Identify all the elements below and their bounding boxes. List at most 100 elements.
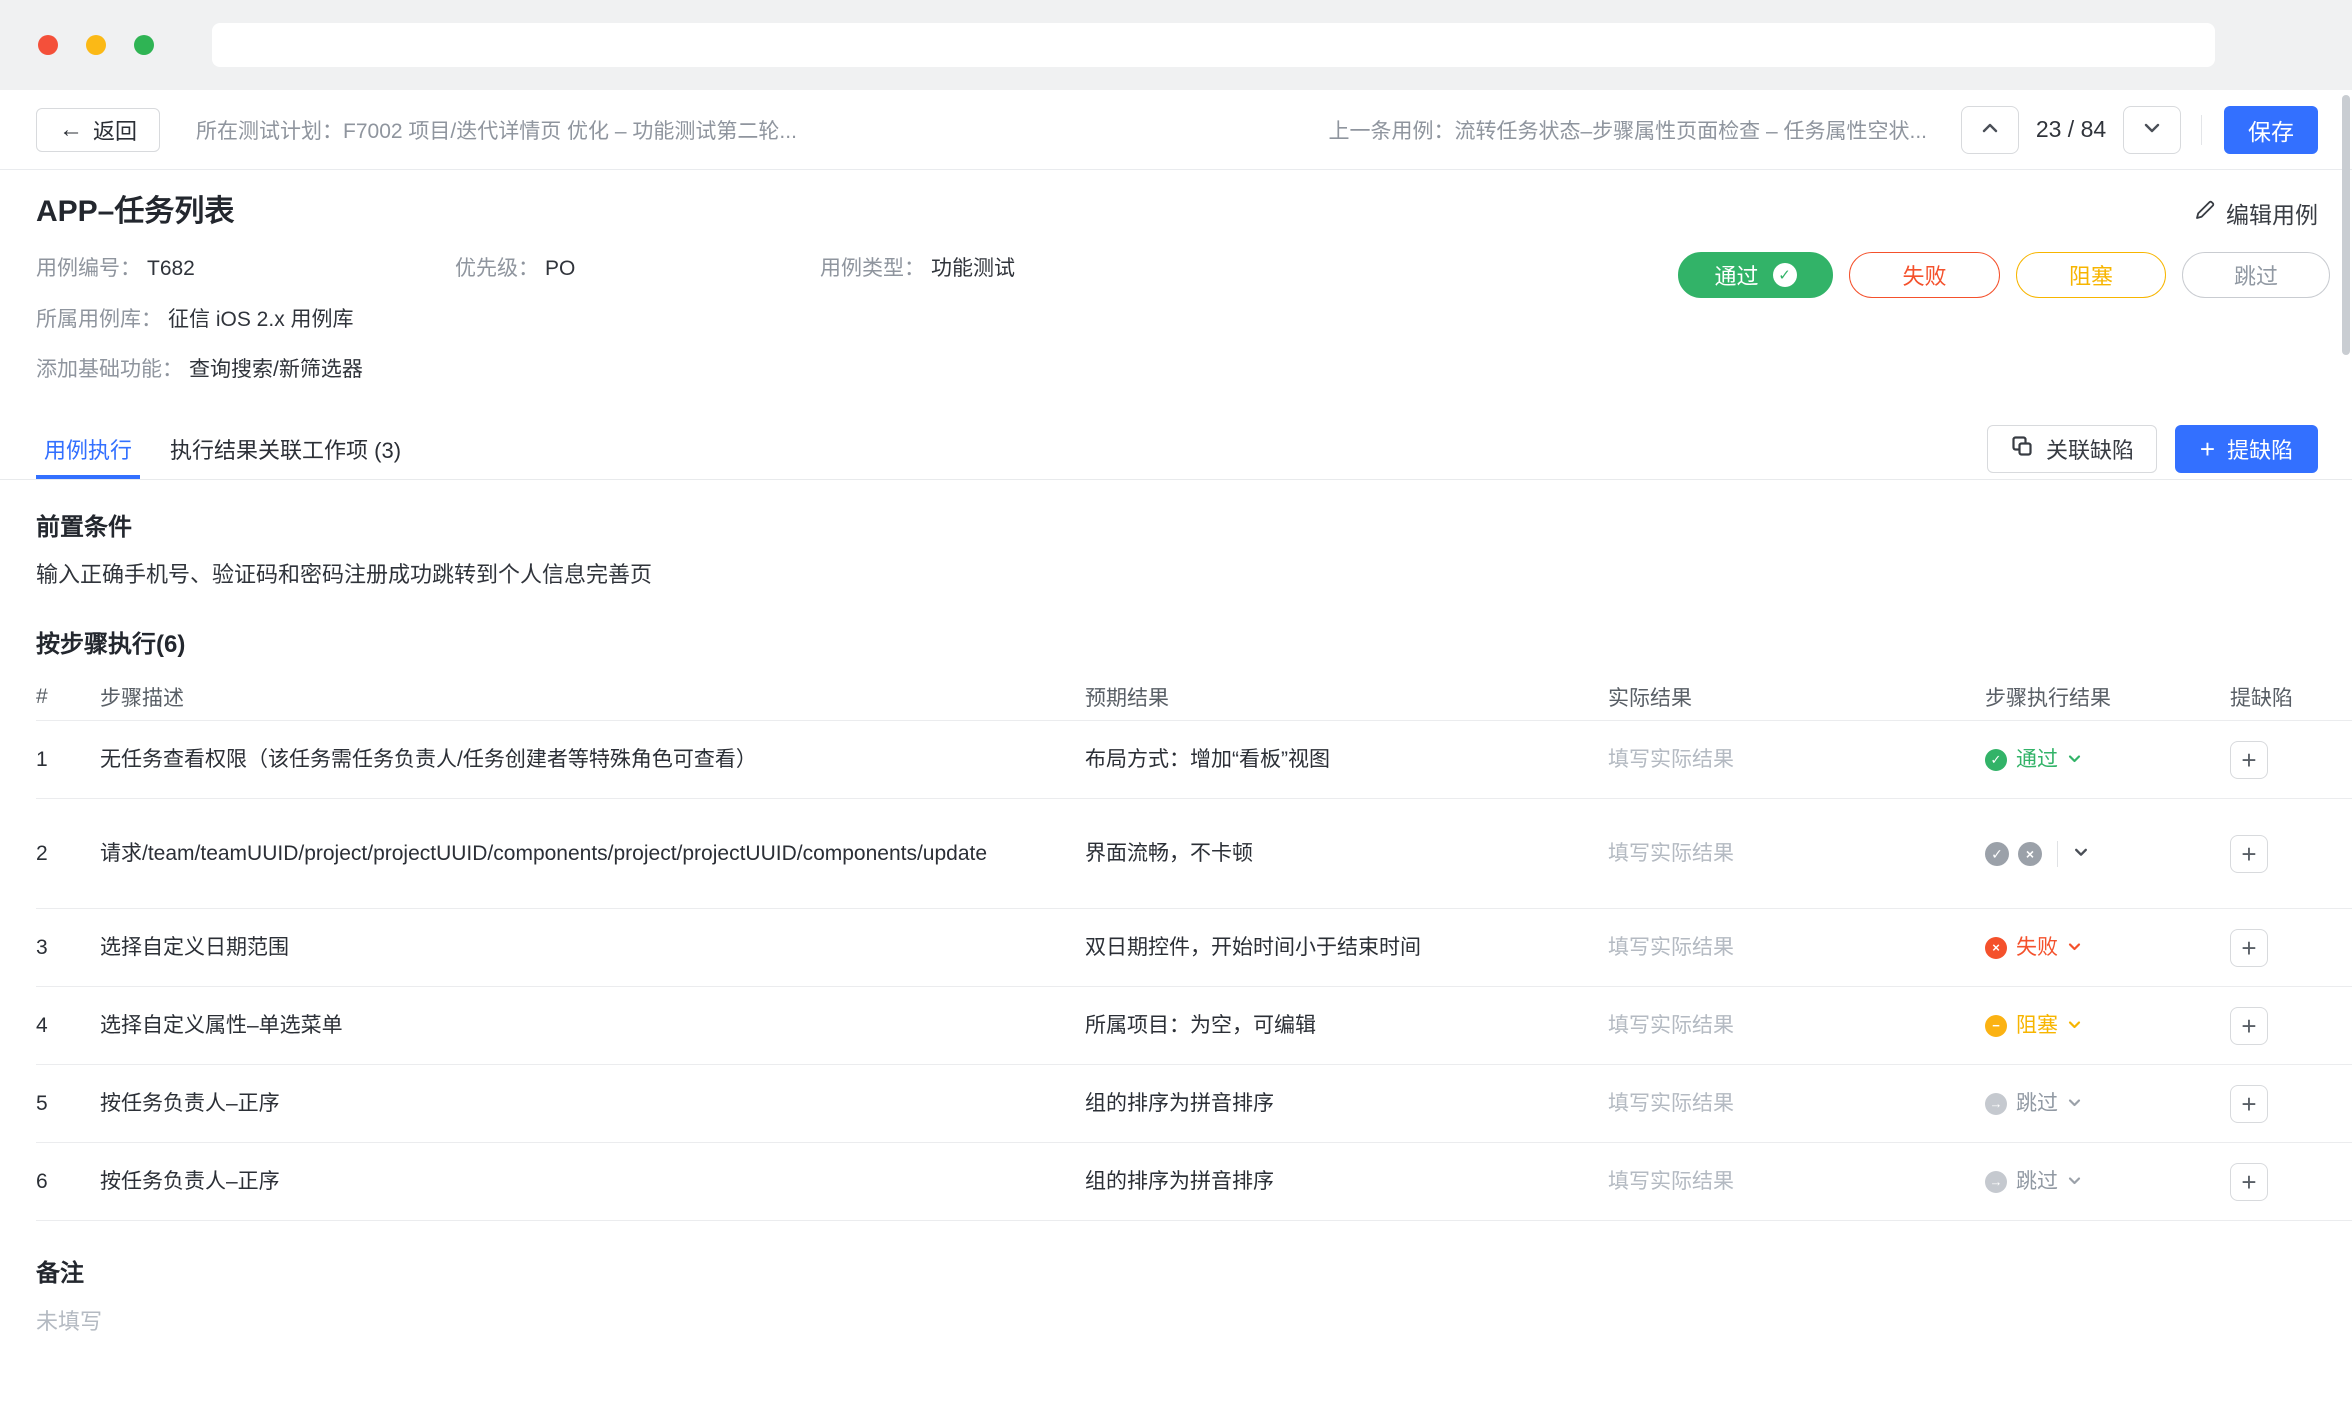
pass-check-circle-icon[interactable]: ✓ [1985,842,2009,866]
add-defect-button[interactable]: + [2230,1163,2268,1201]
minus-circle-icon: − [1985,1015,2007,1037]
result-skip-label: 跳过 [2234,259,2278,291]
field-library: 所属用例库：征信 iOS 2.x 用例库 [36,307,354,333]
window-close-button[interactable] [38,35,58,55]
step-number: 5 [36,1087,100,1121]
step-actual-result-input[interactable]: 填写实际结果 [1608,1165,1985,1199]
tab-case-execution[interactable]: 用例执行 [36,418,140,479]
step-description: 请求/team/teamUUID/project/projectUUID/com… [100,837,1085,871]
step-result-label: 跳过 [2016,1087,2058,1121]
step-row: 3 选择自定义日期范围 双日期控件，开始时间小于结束时间 填写实际结果 × 失败… [36,909,2352,987]
field-case-id: 用例编号：T682 [36,256,455,282]
add-defect-button[interactable]: + [2230,741,2268,779]
tab-related-work-items[interactable]: 执行结果关联工作项 (3) [162,418,409,479]
step-result-dropdown[interactable]: → 跳过 [1985,1087,2230,1121]
column-actual: 实际结果 [1608,682,1985,712]
add-defect-button[interactable]: + [2230,835,2268,873]
back-button[interactable]: ← 返回 [36,108,160,152]
plus-icon: + [2241,931,2256,965]
step-result-label: 通过 [2016,743,2058,777]
chevron-down-icon [2067,1165,2082,1199]
step-row: 2 请求/team/teamUUID/project/projectUUID/c… [36,799,2352,909]
edit-case-button[interactable]: 编辑用例 [2194,196,2318,230]
link-defect-icon [2010,434,2034,464]
column-step-desc: 步骤描述 [100,682,1085,712]
previous-case-button[interactable] [1961,106,2019,154]
chevron-down-icon [2067,931,2082,965]
close-circle-icon: × [1985,937,2007,959]
step-result-dropdown[interactable]: × 失败 [1985,931,2230,965]
link-defect-button[interactable]: 关联缺陷 [1987,425,2157,473]
step-result-dropdown[interactable]: → 跳过 [1985,1165,2230,1199]
column-step-result: 步骤执行结果 [1985,682,2230,712]
step-description: 按任务负责人–正序 [100,1087,1085,1121]
result-fail-label: 失败 [1902,259,1946,291]
step-actual-result-input[interactable]: 填写实际结果 [1608,1087,1985,1121]
column-add-defect: 提缺陷 [2230,682,2352,712]
add-defect-button[interactable]: + [2230,1085,2268,1123]
window-zoom-button[interactable] [134,35,154,55]
case-title: APP–任务列表 [36,170,2318,230]
step-number: 1 [36,743,100,777]
precondition-title: 前置条件 [36,512,2352,544]
step-number: 2 [36,837,100,871]
result-fail-button[interactable]: 失败 [1849,252,2000,298]
step-result-label: 跳过 [2016,1165,2058,1199]
add-defect-button[interactable]: + [2230,1007,2268,1045]
step-result-label: 阻塞 [2016,1009,2058,1043]
field-case-type: 用例类型：功能测试 [820,256,1015,282]
check-circle-icon: ✓ [1985,749,2007,771]
steps-title: 按步骤执行(6) [36,629,2352,661]
result-pass-button[interactable]: 通过 ✓ [1678,252,1833,298]
window-minimize-button[interactable] [86,35,106,55]
result-pass-label: 通过 [1714,259,1758,291]
step-actual-result-input[interactable]: 填写实际结果 [1608,1009,1985,1043]
step-actual-result-input[interactable]: 填写实际结果 [1608,743,1985,777]
chevron-down-icon [2142,118,2162,141]
test-plan-breadcrumb: 所在测试计划：F7002 项目/迭代详情页 优化 – 功能测试第二轮... [196,115,797,145]
arrow-right-circle-icon: → [1985,1171,2007,1193]
toolbar-divider [2201,115,2202,145]
step-result-dropdown[interactable]: − 阻塞 [1985,1009,2230,1043]
back-button-label: 返回 [93,114,137,146]
execution-result-buttons: 通过 ✓ 失败 阻塞 跳过 [1678,252,2330,298]
step-expected-result: 组的排序为拼音排序 [1085,1165,1608,1199]
arrow-right-circle-icon: → [1985,1093,2007,1115]
scrollbar-thumb[interactable] [2342,95,2350,355]
fail-close-circle-icon[interactable]: × [2018,842,2042,866]
chevron-down-icon[interactable] [2073,837,2089,871]
result-block-button[interactable]: 阻塞 [2016,252,2166,298]
step-actual-result-input[interactable]: 填写实际结果 [1608,931,1985,965]
step-result-quick-actions: ✓ × [1985,837,2230,871]
plus-icon: + [2241,1165,2256,1199]
step-expected-result: 界面流畅，不卡顿 [1085,837,1608,871]
step-actual-result-input[interactable]: 填写实际结果 [1608,837,1985,871]
next-case-button[interactable] [2123,106,2181,154]
step-number: 3 [36,931,100,965]
add-defect-button[interactable]: + [2230,929,2268,967]
tab-bar: 用例执行 执行结果关联工作项 (3) 关联缺陷 + 提缺陷 [0,418,2352,480]
edit-case-label: 编辑用例 [2226,196,2318,230]
chevron-down-icon [2067,1009,2082,1043]
plus-icon: + [2200,436,2215,462]
new-defect-button[interactable]: + 提缺陷 [2175,425,2318,473]
step-row: 5 按任务负责人–正序 组的排序为拼音排序 填写实际结果 → 跳过 + [36,1065,2352,1143]
plus-icon: + [2241,837,2256,871]
check-circle-icon: ✓ [1773,263,1797,287]
notes-body: 未填写 [36,1304,2352,1336]
plus-icon: + [2241,1009,2256,1043]
address-bar[interactable] [212,23,2215,67]
column-expected: 预期结果 [1085,682,1608,712]
step-result-dropdown[interactable]: ✓ 通过 [1985,743,2230,777]
step-result-label: 失败 [2016,931,2058,965]
plus-icon: + [2241,743,2256,777]
arrow-left-icon: ← [59,118,83,142]
step-description: 按任务负责人–正序 [100,1165,1085,1199]
plus-icon: + [2241,1087,2256,1121]
result-skip-button[interactable]: 跳过 [2182,252,2330,298]
field-base-function: 添加基础功能：查询搜索/新筛选器 [36,357,363,383]
steps-table-header: # 步骤描述 预期结果 实际结果 步骤执行结果 提缺陷 [36,673,2352,721]
chevron-down-icon [2067,743,2082,777]
step-row: 6 按任务负责人–正序 组的排序为拼音排序 填写实际结果 → 跳过 + [36,1143,2352,1221]
save-button[interactable]: 保存 [2224,106,2318,154]
